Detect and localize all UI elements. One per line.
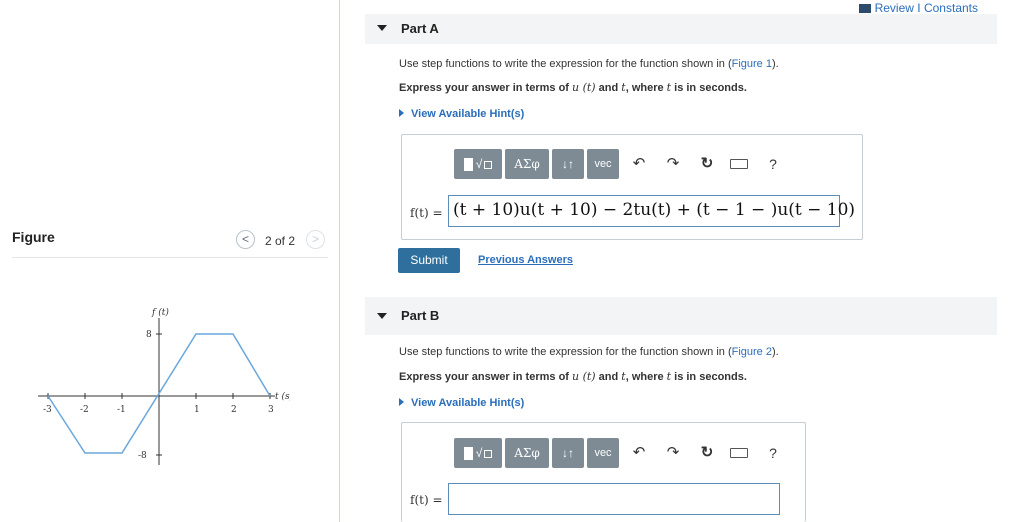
submit-button[interactable]: Submit: [398, 248, 460, 273]
x-tick-label: 2: [231, 405, 237, 415]
figure-1-link[interactable]: Figure 1: [732, 58, 772, 70]
instruction-text: Use step functions to write the expressi…: [399, 58, 732, 70]
arrows-button[interactable]: ↓↑: [552, 438, 584, 468]
caret-right-icon: [399, 109, 404, 117]
x-tick-label: -3: [43, 405, 52, 415]
part-b-answer-box: √ ΑΣφ ↓↑ vec ↶ ↷ ↻ ? f(t) =: [401, 422, 806, 522]
vec-button[interactable]: vec: [587, 149, 619, 179]
part-b-answer-format: Express your answer in terms of u (t) an…: [399, 370, 747, 383]
y-tick-label-top: 8: [146, 330, 152, 340]
part-b-title: Part B: [401, 308, 440, 323]
function-graph: f (t) 8 -8 t (s) -3 -2 -1 1 2 3: [38, 307, 290, 465]
x-tick-label: 3: [268, 405, 274, 415]
instruction-text: ).: [771, 346, 779, 358]
part-b-header[interactable]: Part B: [365, 297, 997, 335]
format-text: , where: [625, 371, 667, 383]
arrows-button[interactable]: ↓↑: [552, 149, 584, 179]
top-links: Review I Constants: [858, 1, 978, 15]
redo-icon[interactable]: ↷: [664, 444, 682, 462]
caret-right-icon: [399, 398, 404, 406]
questions-pane: Review I Constants Part A Use step funct…: [341, 0, 1024, 522]
reset-icon[interactable]: ↻: [698, 155, 716, 173]
review-link[interactable]: Review: [875, 1, 914, 15]
part-a-answer-input[interactable]: (t + 10)u(t + 10) − 2tu(t) + (t − 1 − )u…: [448, 195, 855, 227]
x-axis-label: t (s): [275, 391, 290, 402]
format-text: is in seconds.: [671, 371, 747, 383]
figure-header: Figure < 2 of 2 >: [12, 226, 328, 258]
vec-button[interactable]: vec: [587, 438, 619, 468]
part-a-hint-toggle[interactable]: View Available Hint(s): [399, 108, 524, 120]
instruction-text: Use step functions to write the expressi…: [399, 346, 732, 358]
figure-2-link[interactable]: Figure 2: [732, 346, 772, 358]
part-a-answer-box: √ ΑΣφ ↓↑ vec ↶ ↷ ↻ ? f(t) = (t + 10)u(t …: [401, 134, 863, 240]
format-text: and: [595, 371, 622, 383]
part-a-answer-format: Express your answer in terms of u (t) an…: [399, 81, 747, 94]
keyboard-icon[interactable]: [730, 444, 748, 462]
part-a-instruction: Use step functions to write the expressi…: [399, 58, 779, 70]
undo-icon[interactable]: ↶: [630, 155, 648, 173]
x-tick-label: -1: [117, 405, 126, 415]
constants-link[interactable]: Constants: [924, 1, 978, 15]
templates-button[interactable]: √: [454, 149, 502, 179]
help-icon[interactable]: ?: [764, 444, 782, 462]
reset-icon[interactable]: ↻: [698, 444, 716, 462]
figure-counter: 2 of 2: [265, 234, 296, 248]
instruction-text: ).: [771, 58, 779, 70]
math-u: u (t): [572, 370, 596, 383]
figure-pane: Figure < 2 of 2 > f (t) 8 -8 t (s) -3 -2…: [0, 0, 340, 522]
templates-button[interactable]: √: [454, 438, 502, 468]
format-text: Express your answer in terms of: [399, 371, 573, 383]
answer-expression: (t + 10)u(t + 10) − 2tu(t) + (t − 1 − )u…: [453, 200, 856, 220]
format-text: Express your answer in terms of: [399, 82, 573, 94]
part-b-hint-toggle[interactable]: View Available Hint(s): [399, 397, 524, 409]
format-text: and: [595, 82, 622, 94]
x-tick-label: -2: [80, 405, 89, 415]
prev-figure-button[interactable]: <: [236, 230, 255, 249]
undo-icon[interactable]: ↶: [630, 444, 648, 462]
y-axis-label: f (t): [151, 307, 169, 318]
part-b-answer-input[interactable]: [448, 483, 780, 515]
symbols-button[interactable]: ΑΣφ: [505, 438, 549, 468]
symbols-button[interactable]: ΑΣφ: [505, 149, 549, 179]
next-figure-button[interactable]: >: [306, 230, 325, 249]
help-icon[interactable]: ?: [764, 155, 782, 173]
format-text: is in seconds.: [671, 82, 747, 94]
format-text: , where: [625, 82, 667, 94]
y-tick-label-bottom: -8: [138, 451, 147, 461]
equation-label: f(t) =: [410, 206, 443, 220]
figure-title: Figure: [12, 229, 55, 245]
part-a-header[interactable]: Part A: [365, 14, 997, 44]
previous-answers-link[interactable]: Previous Answers: [478, 254, 573, 266]
link-separator: I: [917, 1, 921, 15]
hint-label: View Available Hint(s): [411, 397, 525, 409]
redo-icon[interactable]: ↷: [664, 155, 682, 173]
book-icon: [858, 4, 871, 13]
part-b-instruction: Use step functions to write the expressi…: [399, 346, 779, 358]
equation-label: f(t) =: [410, 493, 443, 507]
x-tick-label: 1: [194, 405, 200, 415]
caret-down-icon: [377, 25, 387, 31]
caret-down-icon: [377, 313, 387, 319]
hint-label: View Available Hint(s): [411, 108, 525, 120]
keyboard-icon[interactable]: [730, 155, 748, 173]
part-a-title: Part A: [401, 21, 439, 36]
math-u: u (t): [572, 81, 596, 94]
